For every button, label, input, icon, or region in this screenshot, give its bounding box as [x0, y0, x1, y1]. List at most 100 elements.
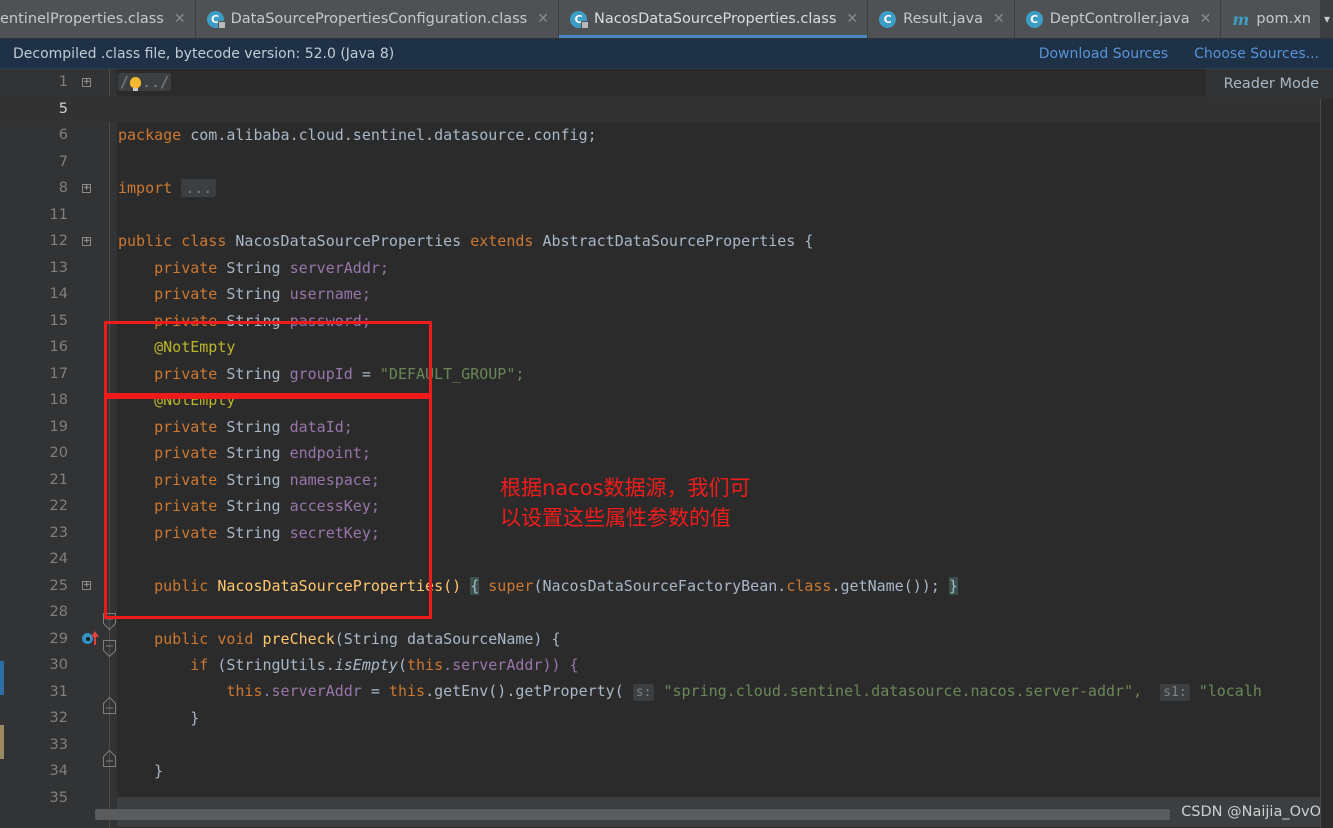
close-brace: } [948, 576, 958, 595]
line-source: private String password; [110, 308, 1333, 335]
tab-pom-xml[interactable]: m pom.xn [1221, 0, 1320, 38]
keyword-public: public [118, 232, 173, 250]
superclass-name: AbstractDataSourceProperties [542, 232, 796, 250]
download-sources-link[interactable]: Download Sources [1039, 46, 1168, 62]
keyword-public: public [154, 576, 209, 595]
line-source: private String groupId = "DEFAULT_GROUP"… [110, 361, 1333, 388]
keyword-if: if [190, 656, 209, 674]
type-string: String [226, 497, 281, 515]
code-line: 17 private String groupId = "DEFAULT_GRO… [0, 361, 1333, 388]
ctor-getname: .getName()); [831, 576, 940, 595]
field-accessKey: accessKey; [289, 497, 380, 515]
line-number: 34 [49, 763, 68, 779]
line-number: 23 [49, 524, 68, 541]
line-number: 22 [49, 498, 68, 514]
code-line: 14 private String username; [0, 281, 1333, 308]
fold-marker[interactable]: + [78, 236, 110, 246]
field-ref-serverAddr: .serverAddr)) { [443, 656, 579, 674]
method-isempty: isEmpty [334, 656, 398, 674]
folded-imports[interactable]: ... [181, 179, 217, 197]
line-number: 30 [49, 657, 68, 673]
line-source: private String username; [110, 281, 1333, 308]
java-class-icon: C [879, 10, 897, 28]
fold-marker[interactable]: + [78, 77, 110, 87]
constructor-name: NacosDataSourceProperties() [217, 576, 462, 595]
close-icon[interactable]: ✕ [1200, 12, 1212, 26]
code-line: 25 + public NacosDataSourceProperties() … [0, 573, 1333, 600]
close-icon[interactable]: ✕ [993, 12, 1005, 26]
horizontal-scrollbar[interactable] [95, 809, 1321, 820]
code-line: 11 [0, 202, 1333, 229]
chevron-down-icon[interactable]: ▾ [1320, 0, 1333, 38]
line-source: package com.alibaba.cloud.sentinel.datas… [110, 122, 1333, 149]
line-source: } [110, 705, 1333, 732]
open-brace: { [804, 232, 814, 250]
code-line: 15 private String password; [0, 308, 1333, 335]
code-line: 20 private String endpoint; [0, 440, 1333, 467]
line-number: 5 [58, 100, 68, 117]
line-number: 31 [49, 683, 68, 700]
keyword-super: super [488, 576, 534, 595]
line-source: public void preCheck(String dataSourceNa… [110, 626, 1333, 653]
close-icon[interactable]: ✕ [537, 12, 549, 26]
code-content[interactable]: 1 + / ../ 5 6 package com.alibaba.cloud.s… [0, 69, 1333, 828]
type-string: String [226, 311, 281, 330]
override-method-icon[interactable] [78, 630, 110, 645]
type-string: String [226, 417, 281, 436]
changed-lines-marker-2 [0, 725, 4, 759]
line-number: 17 [49, 365, 68, 382]
keyword-private: private [154, 417, 218, 436]
code-editor[interactable]: Reader Mode 1 + / ../ 5 6 package com.ali… [0, 69, 1333, 828]
tab-result-java[interactable]: C Result.java ✕ [868, 0, 1015, 38]
line-number: 8 [58, 180, 68, 196]
line-number: 29 [49, 630, 68, 647]
tab-nacos-datasource-properties[interactable]: C NacosDataSourceProperties.class ✕ [558, 0, 869, 38]
decompiled-notification-bar: Decompiled .class file, bytecode version… [0, 39, 1333, 69]
field-endpoint: endpoint; [289, 444, 371, 462]
keyword-void: void [217, 629, 254, 648]
annotation-notempty: @NotEmpty [154, 338, 236, 356]
stringutils-call: (StringUtils. [217, 656, 335, 674]
tab-label: DataSourcePropertiesConfiguration.class [230, 11, 528, 27]
keyword-class-literal: class [786, 576, 832, 595]
choose-sources-link[interactable]: Choose Sources... [1194, 46, 1319, 62]
code-line: 30 if (StringUtils.isEmpty(this.serverAd… [0, 652, 1333, 679]
line-number: 33 [49, 736, 68, 753]
keyword-private: private [154, 364, 218, 383]
string-property-key: "spring.cloud.sentinel.datasource.nacos.… [663, 681, 1143, 700]
reader-mode-label[interactable]: Reader Mode [1205, 69, 1333, 99]
package-name: com.alibaba.cloud.sentinel.datasource.co… [190, 126, 597, 144]
line-number: 19 [49, 418, 68, 435]
keyword-package: package [118, 126, 182, 144]
fold-marker[interactable]: + [78, 183, 110, 193]
close-icon[interactable]: ✕ [174, 12, 186, 26]
vertical-scrollbar[interactable] [1321, 69, 1333, 828]
line-source: } [110, 758, 1333, 785]
line-number: 11 [49, 206, 68, 223]
line-source: private String dataId; [110, 414, 1333, 441]
code-line: 18 @NotEmpty [0, 387, 1333, 414]
open-brace: { [470, 576, 480, 595]
java-class-icon: C [206, 10, 226, 29]
getenv-getproperty-call: .getEnv().getProperty( [425, 681, 624, 700]
intention-bulb-icon[interactable] [130, 77, 142, 91]
changed-lines-marker [0, 661, 4, 695]
method-precheck: preCheck [262, 629, 335, 648]
line-source: private String endpoint; [110, 440, 1333, 467]
scrollbar-thumb[interactable] [95, 809, 1170, 820]
line-source: public class NacosDataSourceProperties e… [110, 228, 1333, 255]
param-hint-s1: s1: [1160, 683, 1190, 701]
chinese-annotation-note: 根据nacos数据源，我们可 以设置这些属性参数的值 [500, 476, 751, 530]
tab-label: DeptController.java [1049, 11, 1190, 27]
fold-marker[interactable]: + [78, 581, 110, 591]
annotation-notempty: @NotEmpty [154, 391, 236, 409]
code-line: 16 @NotEmpty [0, 334, 1333, 361]
line-source: if (StringUtils.isEmpty(this.serverAddr)… [190, 656, 579, 674]
code-line: 32 } [0, 705, 1333, 732]
code-line: 28 [0, 599, 1333, 626]
tab-label: NacosDataSourceProperties.class [593, 11, 837, 27]
tab-datasource-properties-configuration[interactable]: C DataSourcePropertiesConfiguration.clas… [195, 0, 559, 38]
close-icon[interactable]: ✕ [846, 12, 858, 26]
tab-dept-controller-java[interactable]: C DeptController.java ✕ [1014, 0, 1222, 38]
tab-sentinel-properties[interactable]: entinelProperties.class ✕ [0, 0, 196, 38]
